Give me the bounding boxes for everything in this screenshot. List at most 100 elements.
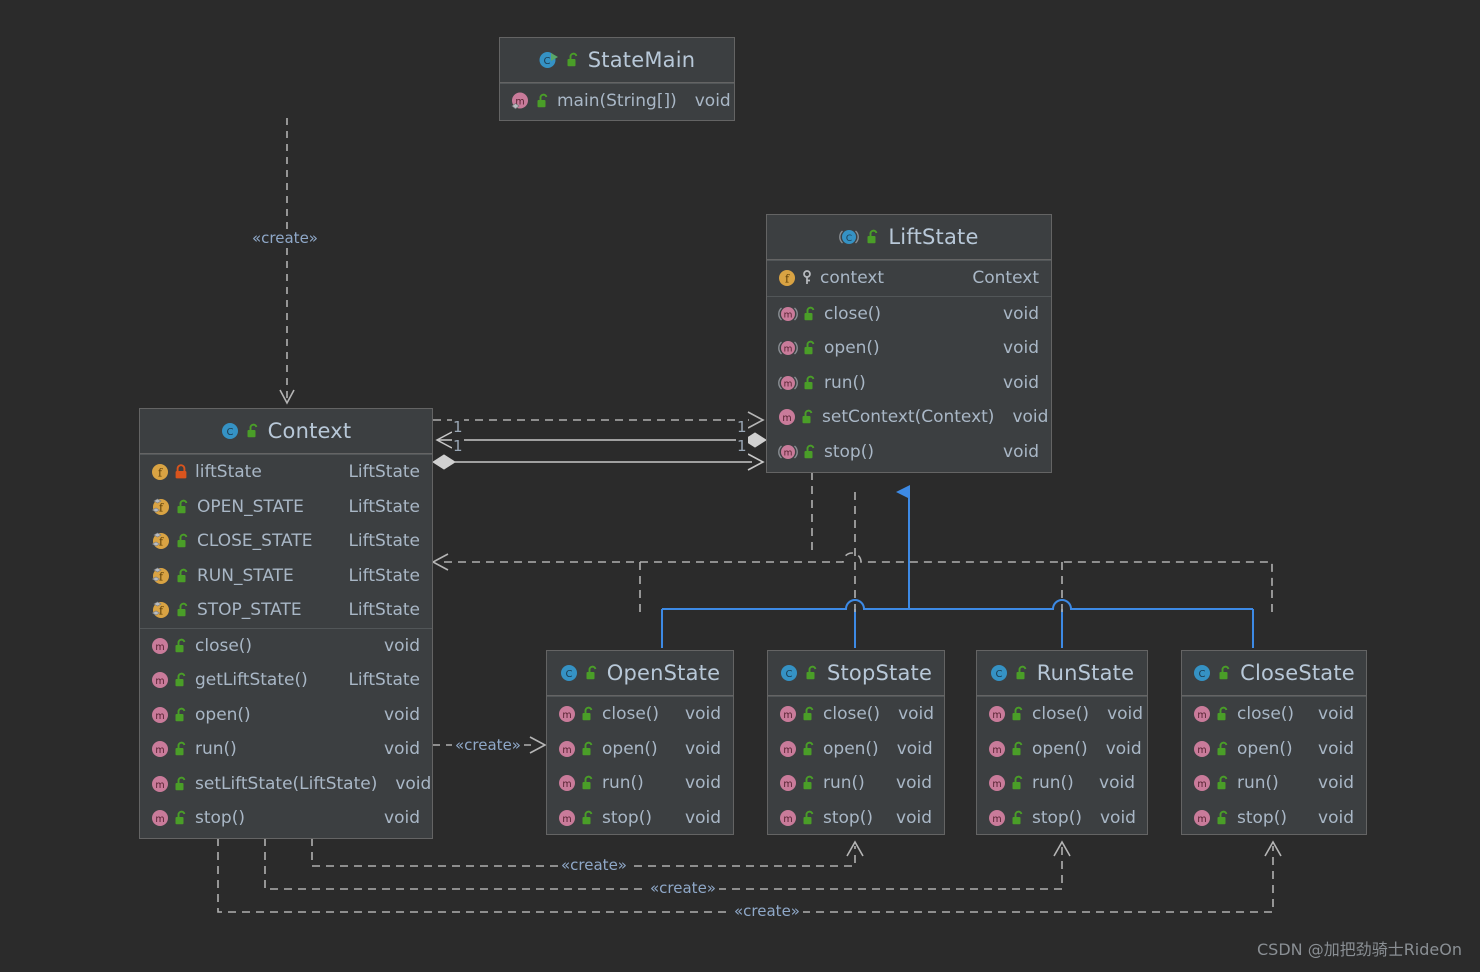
member-type: void bbox=[1105, 738, 1142, 759]
svg-text:m: m bbox=[1197, 745, 1206, 756]
field-row[interactable]: f liftState LiftState bbox=[140, 455, 432, 490]
method-row[interactable]: m stop() void bbox=[547, 801, 733, 836]
method-row[interactable]: m open() void bbox=[547, 732, 733, 767]
method-icon: m bbox=[558, 740, 576, 758]
class-header-context[interactable]: C Context bbox=[140, 409, 432, 454]
member-name: OPEN_STATE bbox=[197, 496, 304, 517]
method-row[interactable]: m run() void bbox=[1182, 766, 1366, 801]
member-icons: f bbox=[151, 463, 189, 481]
member-icons: f bbox=[151, 567, 191, 585]
member-name: close() bbox=[195, 635, 253, 656]
method-row[interactable]: m close() void bbox=[1182, 697, 1366, 732]
label-create-context-openstate: «create» bbox=[452, 736, 524, 754]
class-box-liftstate[interactable]: C LiftState f context Context m close() void m op… bbox=[766, 214, 1052, 473]
method-row[interactable]: m main(String[]) void bbox=[500, 84, 734, 119]
class-box-stopstate[interactable]: C StopState m close() void m open() void m run() v… bbox=[767, 650, 945, 835]
unlock-public-icon bbox=[805, 665, 820, 681]
member-icons: m bbox=[151, 740, 189, 758]
class-box-statemain[interactable]: C StateMain m main(String[]) void bbox=[499, 37, 735, 121]
svg-text:C: C bbox=[846, 234, 852, 244]
member-name: stop() bbox=[824, 441, 874, 462]
method-row[interactable]: m close() void bbox=[767, 297, 1051, 332]
method-row[interactable]: m open() void bbox=[140, 698, 432, 733]
unlock-public-icon bbox=[246, 423, 261, 439]
edge-context-aggregates-liftstate bbox=[432, 453, 765, 471]
method-row[interactable]: m stop() void bbox=[140, 801, 432, 836]
field-row[interactable]: f STOP_STATE LiftState bbox=[140, 593, 432, 628]
member-name: stop() bbox=[1237, 807, 1287, 828]
class-header-closestate[interactable]: C CloseState bbox=[1182, 651, 1366, 696]
method-icon: m bbox=[778, 408, 796, 426]
method-row[interactable]: m stop() void bbox=[977, 801, 1147, 836]
method-row[interactable]: m run() void bbox=[767, 366, 1051, 401]
field-static-icon: f bbox=[151, 498, 171, 516]
method-row[interactable]: m run() void bbox=[977, 766, 1147, 801]
member-icons: m bbox=[778, 443, 818, 461]
class-box-openstate[interactable]: C OpenState m close() void m open() void m run() v… bbox=[546, 650, 734, 835]
class-header-statemain[interactable]: C StateMain bbox=[500, 38, 734, 83]
method-row[interactable]: m open() void bbox=[767, 331, 1051, 366]
method-icon: m bbox=[1193, 809, 1211, 827]
method-row[interactable]: m open() void bbox=[1182, 732, 1366, 767]
class-header-stopstate[interactable]: C StopState bbox=[768, 651, 944, 696]
class-icon: C bbox=[780, 664, 798, 682]
unlock-public-icon bbox=[174, 741, 189, 757]
unlock-public-icon bbox=[803, 340, 818, 356]
member-icons: f bbox=[151, 601, 191, 619]
label-mult-assoc-right: 1 bbox=[736, 437, 748, 455]
method-icon: m bbox=[151, 637, 169, 655]
member-type: void bbox=[384, 704, 420, 725]
unlock-public-icon bbox=[581, 741, 596, 757]
method-row[interactable]: m close() void bbox=[547, 697, 733, 732]
lock-private-icon bbox=[174, 464, 189, 480]
method-row[interactable]: m stop() void bbox=[767, 435, 1051, 470]
svg-text:m: m bbox=[155, 780, 164, 791]
method-row[interactable]: m run() void bbox=[768, 766, 944, 801]
class-title: StopState bbox=[826, 661, 933, 685]
field-row[interactable]: f CLOSE_STATE LiftState bbox=[140, 524, 432, 559]
field-static-icon: f bbox=[151, 567, 171, 585]
field-row[interactable]: f OPEN_STATE LiftState bbox=[140, 490, 432, 525]
label-create-statemain-context: «create» bbox=[249, 229, 321, 247]
member-name: open() bbox=[1237, 738, 1293, 759]
method-row[interactable]: m setContext(Context) void bbox=[767, 400, 1051, 435]
member-type: void bbox=[1003, 338, 1039, 359]
method-row[interactable]: m close() void bbox=[768, 697, 944, 732]
method-row[interactable]: m close() void bbox=[140, 629, 432, 664]
member-icons: m bbox=[988, 774, 1026, 792]
class-box-runstate[interactable]: C RunState m close() void m open() void m run() vo… bbox=[976, 650, 1148, 835]
method-row[interactable]: m run() void bbox=[140, 732, 432, 767]
unlock-public-icon bbox=[802, 741, 817, 757]
method-row[interactable]: m stop() void bbox=[768, 801, 944, 836]
method-row[interactable]: m stop() void bbox=[1182, 801, 1366, 836]
member-name: stop() bbox=[195, 808, 245, 829]
field-row[interactable]: f RUN_STATE LiftState bbox=[140, 559, 432, 594]
member-type: void bbox=[898, 704, 935, 725]
member-type: Context bbox=[972, 268, 1039, 289]
class-header-openstate[interactable]: C OpenState bbox=[547, 651, 733, 696]
method-row[interactable]: m open() void bbox=[977, 732, 1147, 767]
method-row[interactable]: m getLiftState() LiftState bbox=[140, 663, 432, 698]
method-row[interactable]: m close() void bbox=[977, 697, 1147, 732]
class-header-runstate[interactable]: C RunState bbox=[977, 651, 1147, 696]
unlock-public-icon bbox=[581, 706, 596, 722]
unlock-public-icon bbox=[1216, 741, 1231, 757]
unlock-public-icon bbox=[174, 810, 189, 826]
method-row[interactable]: m setLiftState(LiftState) void bbox=[140, 767, 432, 802]
edge-generalization-tree bbox=[661, 485, 1254, 648]
method-row[interactable]: m open() void bbox=[768, 732, 944, 767]
method-row[interactable]: m run() void bbox=[547, 766, 733, 801]
class-header-liftstate[interactable]: C LiftState bbox=[767, 215, 1051, 260]
class-box-context[interactable]: C Context f liftState LiftState f OPEN_STATE Li… bbox=[139, 408, 433, 839]
field-row[interactable]: f context Context bbox=[767, 261, 1051, 296]
svg-text:m: m bbox=[1197, 814, 1206, 825]
method-icon: m bbox=[779, 774, 797, 792]
member-name: open() bbox=[195, 704, 251, 725]
class-section-fields: f context Context bbox=[767, 260, 1051, 296]
unlock-public-icon bbox=[1216, 775, 1231, 791]
field-icon: f bbox=[151, 463, 169, 481]
edge-state-depends-context bbox=[431, 492, 1273, 618]
class-title: CloseState bbox=[1240, 661, 1355, 685]
member-icons: m bbox=[778, 374, 818, 392]
class-box-closestate[interactable]: C CloseState m close() void m open() void m run()… bbox=[1181, 650, 1367, 835]
